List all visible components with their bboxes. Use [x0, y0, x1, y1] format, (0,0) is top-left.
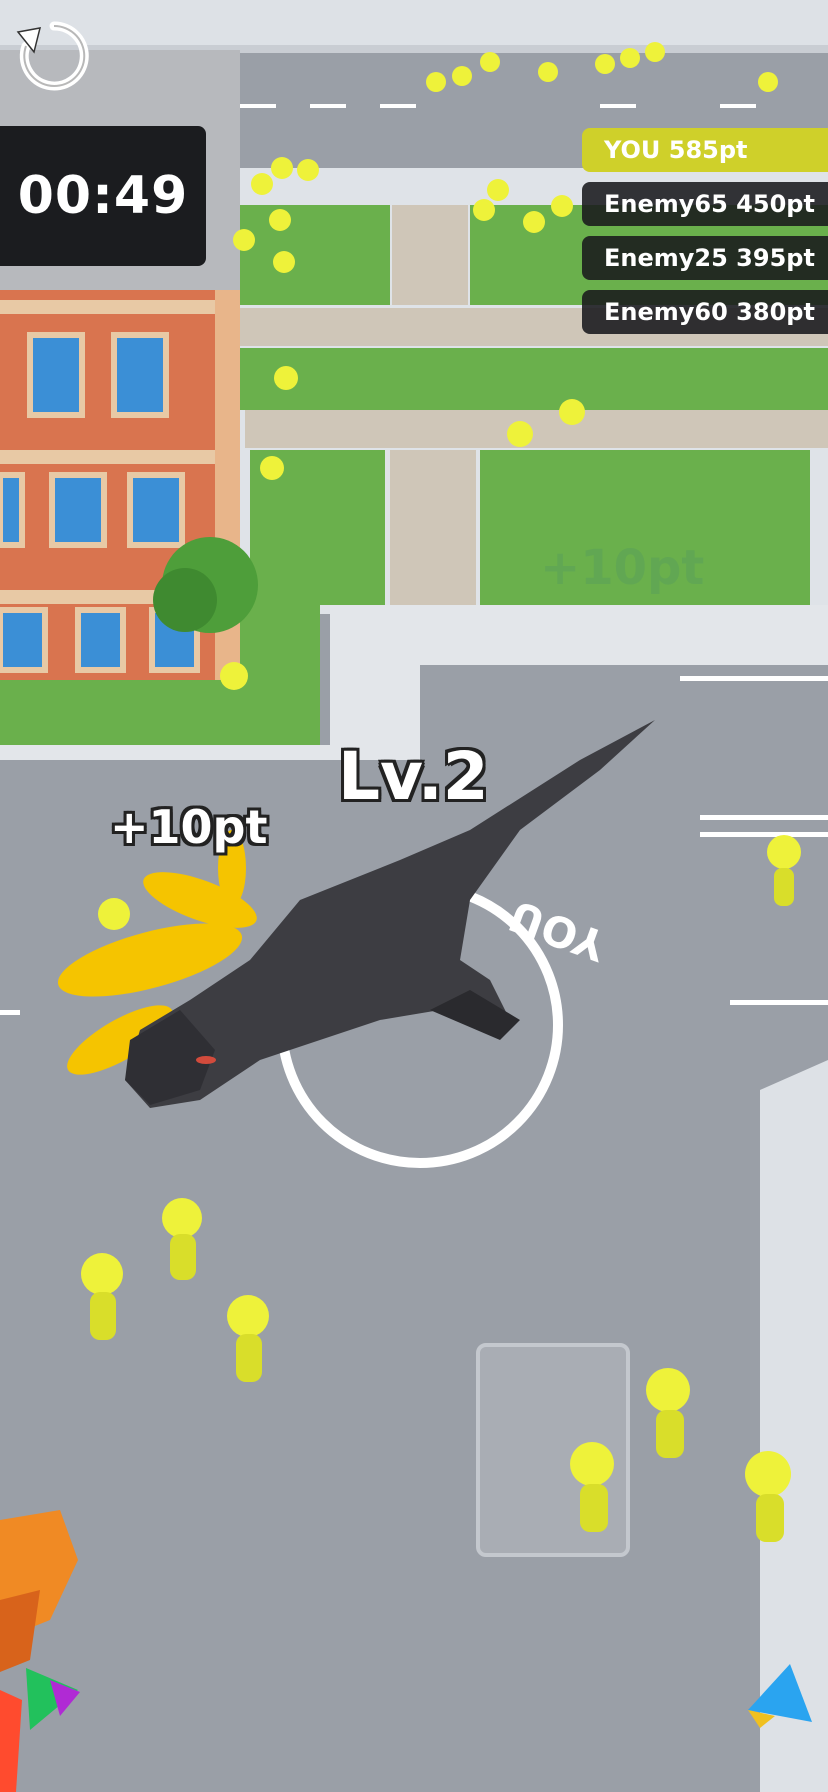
- timer-text: 00:49: [17, 166, 189, 226]
- restart-icon: [16, 21, 89, 91]
- timer-panel: 00:49: [0, 126, 206, 266]
- leaderboard-row-enemy: Enemy60 380pt: [582, 290, 828, 334]
- player-ring-label: YOU: [502, 890, 613, 971]
- leaderboard-points: 585pt: [668, 136, 748, 164]
- leaderboard-points: 395pt: [736, 244, 815, 272]
- leaderboard-name: YOU: [604, 136, 661, 164]
- leaderboard-row-player: YOU 585pt: [582, 128, 828, 172]
- faded-points-popup: +10pt: [540, 540, 705, 596]
- leaderboard-row-enemy: Enemy25 395pt: [582, 236, 828, 280]
- points-popup: +10pt: [110, 800, 268, 854]
- leaderboard-name: Enemy25: [604, 244, 728, 272]
- leaderboard-points: 380pt: [736, 298, 815, 326]
- restart-button[interactable]: [10, 14, 98, 98]
- leaderboard-points: 450pt: [736, 190, 815, 218]
- leaderboard-row-enemy: Enemy65 450pt: [582, 182, 828, 226]
- leaderboard-name: Enemy60: [604, 298, 728, 326]
- hud: 00:49 YOU 585pt Enemy65 450pt Enemy25 39…: [0, 0, 828, 1792]
- leaderboard-name: Enemy65: [604, 190, 728, 218]
- leaderboard: YOU 585pt Enemy65 450pt Enemy25 395pt En…: [582, 128, 828, 344]
- level-label: Lv.2: [338, 738, 489, 815]
